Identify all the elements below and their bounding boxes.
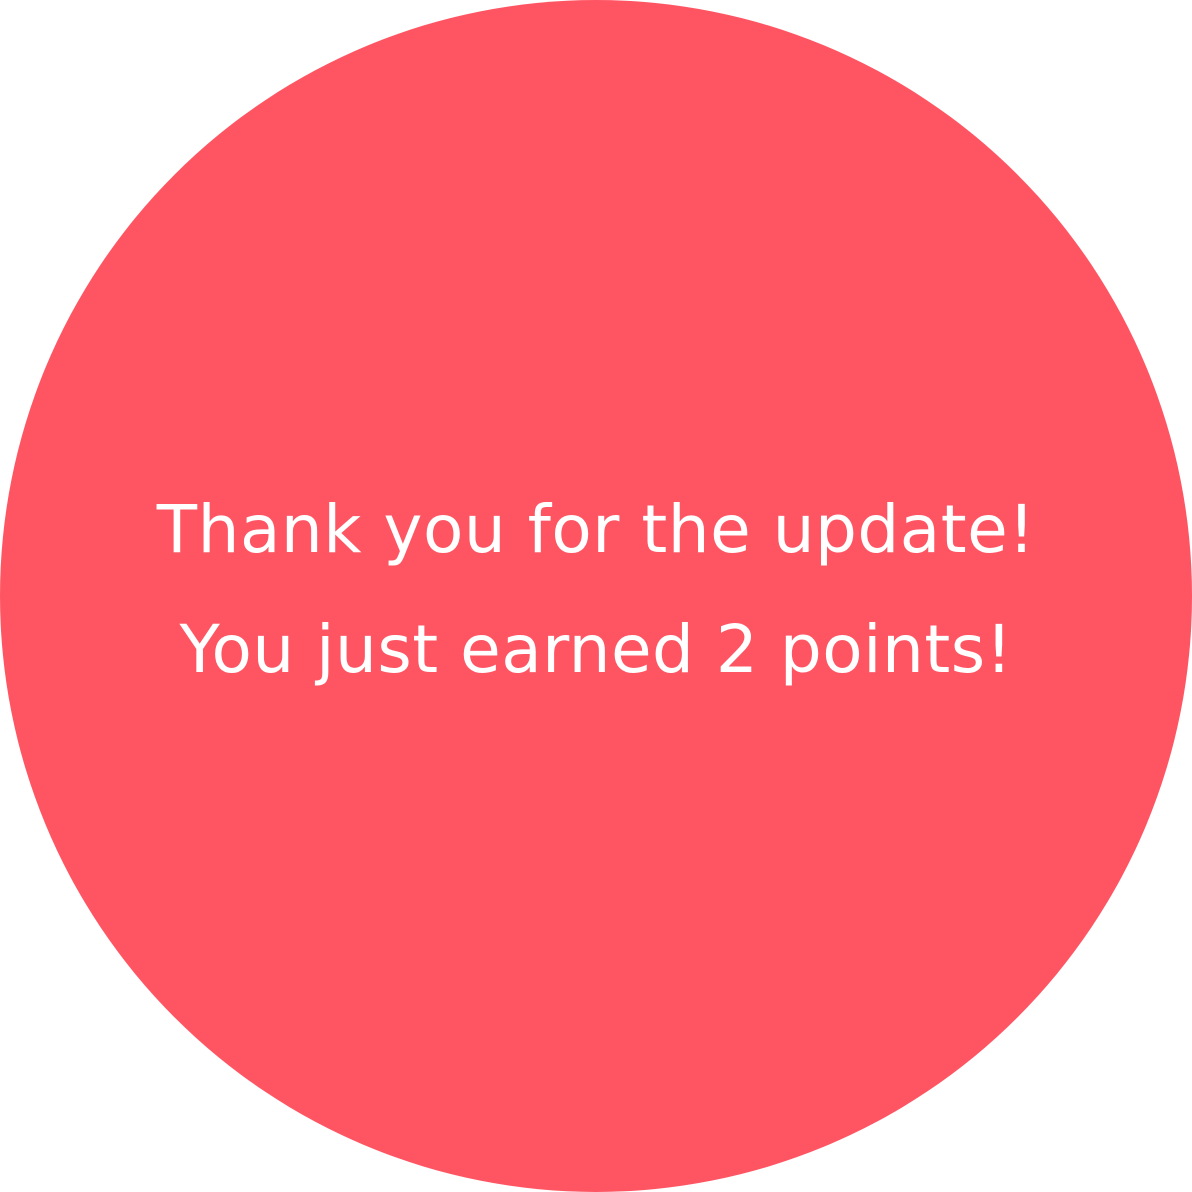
points-earned-message: You just earned 2 points! (179, 611, 1013, 688)
points-earned-badge: Thank you for the update! You just earne… (0, 0, 1192, 1192)
thank-you-message: Thank you for the update! (156, 491, 1036, 568)
confirmation-screen: Thank you for the update! You just earne… (0, 0, 1192, 1192)
